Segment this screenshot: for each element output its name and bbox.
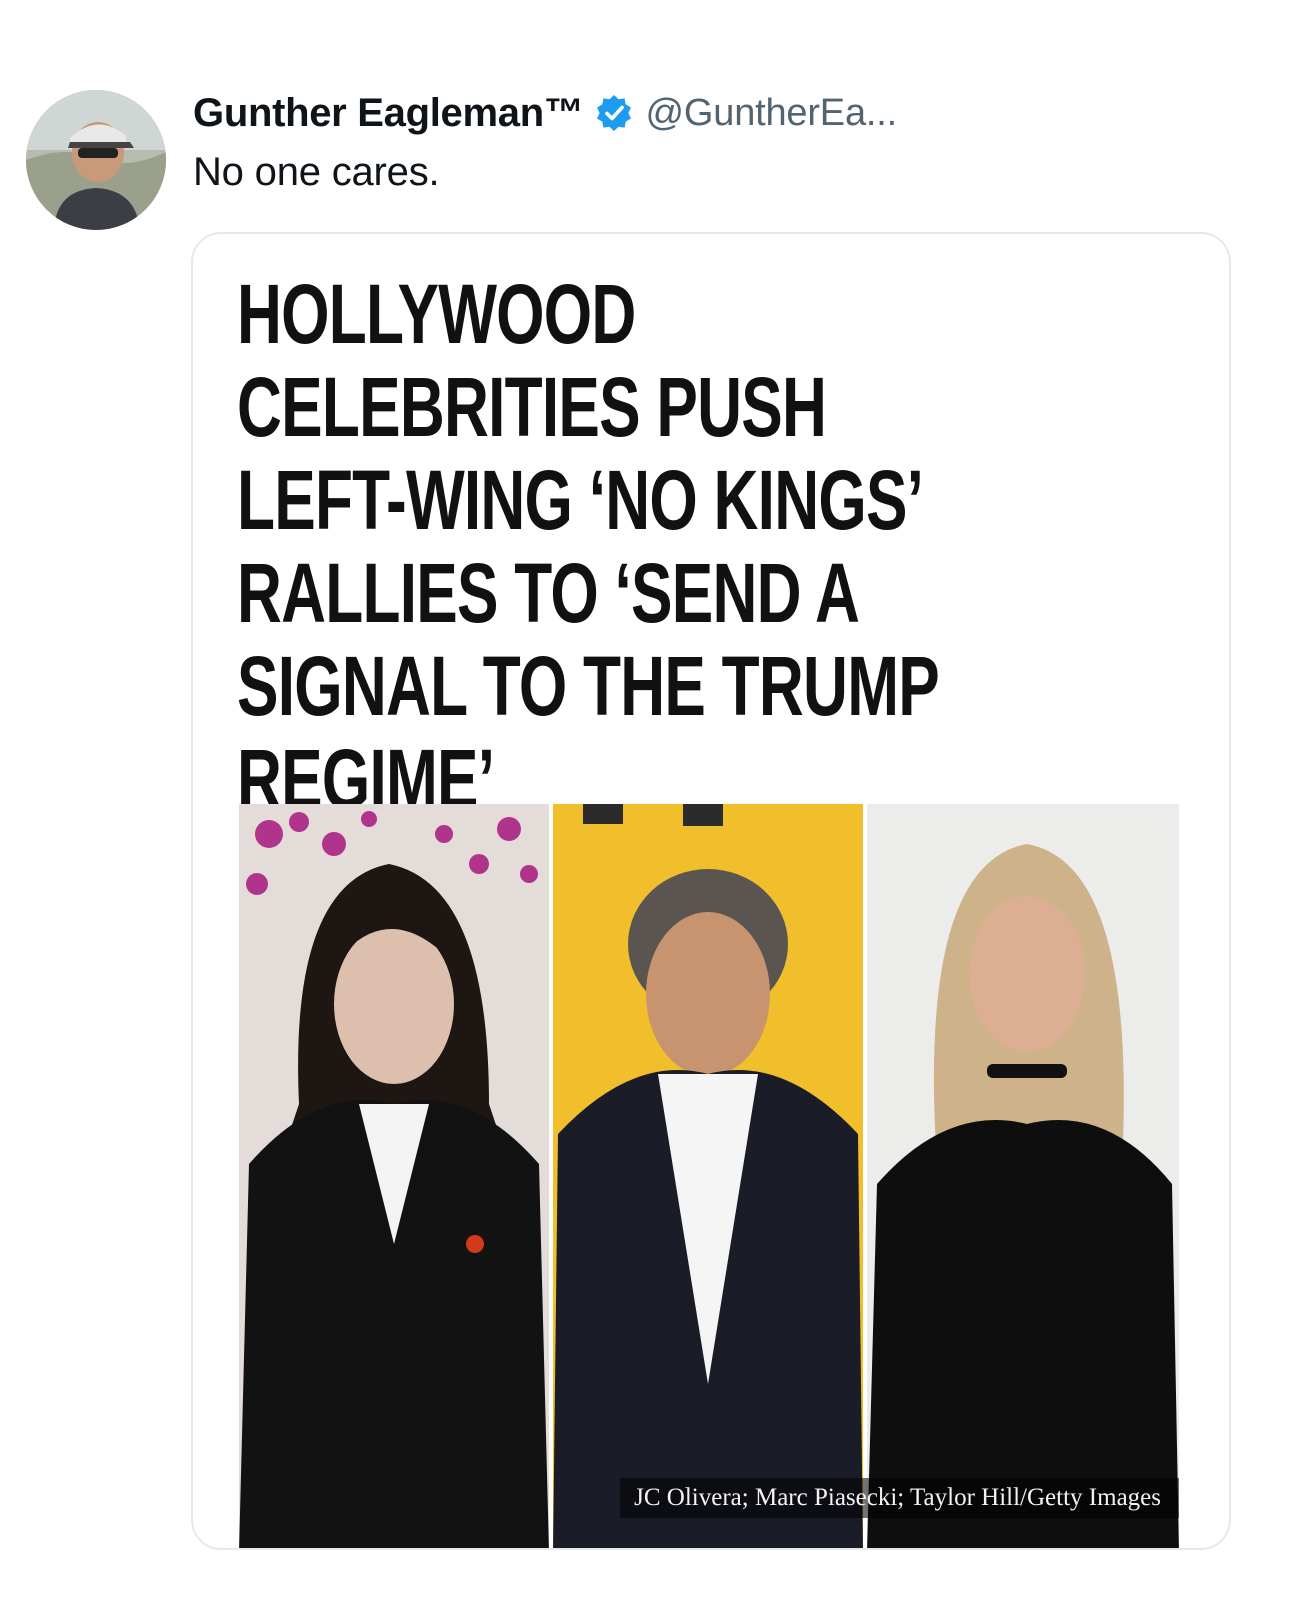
tweet-text: No one cares. bbox=[193, 150, 440, 194]
author-display-name[interactable]: Gunther Eagleman™ bbox=[193, 91, 584, 136]
profile-photo-icon bbox=[26, 90, 166, 230]
media-headline: HOLLYWOOD CELEBRITIES PUSH LEFT-WING ‘NO… bbox=[237, 268, 1192, 826]
photo-collage: JC Olivera; Marc Piasecki; Taylor Hill/G… bbox=[239, 804, 1179, 1548]
person-photo-2-icon bbox=[553, 804, 863, 1548]
tweet-header: Gunther Eagleman™ @GuntherEa... bbox=[193, 88, 897, 138]
author-avatar[interactable] bbox=[26, 90, 166, 230]
tweet[interactable]: Gunther Eagleman™ @GuntherEa... No one c… bbox=[0, 0, 1290, 1617]
person-photo-1-icon bbox=[239, 804, 549, 1548]
author-handle[interactable]: @GuntherEa... bbox=[646, 92, 898, 135]
headline-text: HOLLYWOOD CELEBRITIES PUSH LEFT-WING ‘NO… bbox=[237, 267, 939, 826]
photo-credit-caption: JC Olivera; Marc Piasecki; Taylor Hill/G… bbox=[620, 1478, 1179, 1518]
verified-badge-icon bbox=[594, 93, 634, 133]
person-photo-3-icon bbox=[867, 804, 1179, 1548]
media-card[interactable]: HOLLYWOOD CELEBRITIES PUSH LEFT-WING ‘NO… bbox=[191, 232, 1231, 1550]
